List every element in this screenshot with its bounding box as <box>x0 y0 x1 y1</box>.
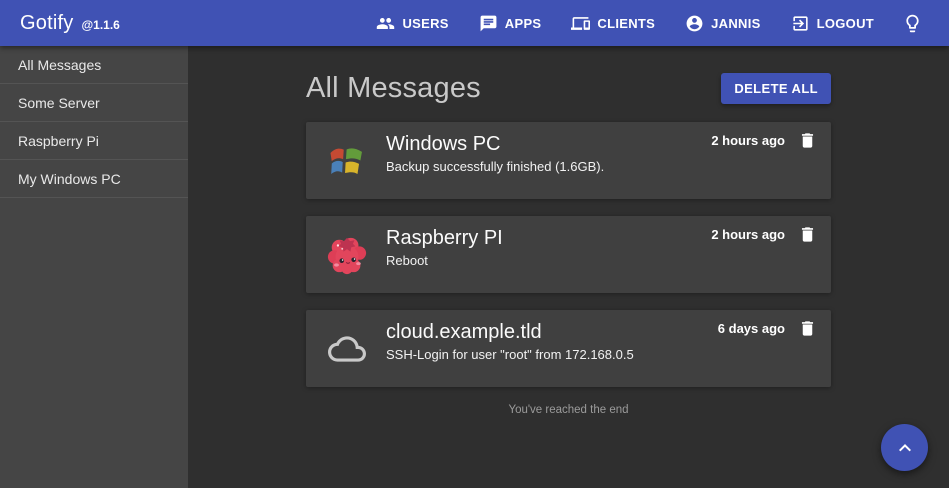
message-body: cloud.example.tld SSH-Login for user "ro… <box>386 310 634 363</box>
sidebar-item-some-server[interactable]: Some Server <box>0 84 188 122</box>
message-text: Reboot <box>386 253 503 269</box>
nav-apps-label: APPS <box>505 16 542 31</box>
app-bar: Gotify @1.1.6 USERS APPS CLIENTS <box>0 0 949 46</box>
nav-logout[interactable]: LOGOUT <box>791 14 874 33</box>
message-card: cloud.example.tld SSH-Login for user "ro… <box>306 310 831 387</box>
main-content: All Messages DELETE ALL <box>188 46 949 488</box>
message-timestamp: 2 hours ago <box>711 133 785 148</box>
trash-icon <box>798 131 817 150</box>
delete-message-button[interactable] <box>798 131 817 150</box>
devices-icon <box>571 14 590 33</box>
trash-icon <box>798 225 817 244</box>
raspberry-logo <box>326 234 368 276</box>
chat-icon <box>479 14 498 33</box>
sidebar-item-raspberry-pi[interactable]: Raspberry Pi <box>0 122 188 160</box>
windows-logo <box>326 140 368 182</box>
delete-message-button[interactable] <box>798 225 817 244</box>
page-title: All Messages <box>306 72 481 105</box>
delete-all-button[interactable]: DELETE ALL <box>721 73 831 104</box>
app-version: @1.1.6 <box>81 18 119 32</box>
header-nav: USERS APPS CLIENTS JANNIS <box>346 13 923 34</box>
nav-apps[interactable]: APPS <box>479 14 542 33</box>
message-body: Windows PC Backup successfully finished … <box>386 122 604 175</box>
message-meta: 6 days ago <box>718 319 817 338</box>
message-body: Raspberry PI Reboot <box>386 216 503 269</box>
users-icon <box>376 14 395 33</box>
message-title: Raspberry PI <box>386 224 503 253</box>
nav-clients-label: CLIENTS <box>597 16 655 31</box>
message-list: Windows PC Backup successfully finished … <box>306 122 831 387</box>
nav-user-label: JANNIS <box>711 16 760 31</box>
sidebar: All Messages Some Server Raspberry Pi My… <box>0 46 188 488</box>
message-text: Backup successfully finished (1.6GB). <box>386 159 604 175</box>
chevron-up-icon <box>893 436 917 460</box>
nav-users-label: USERS <box>402 16 448 31</box>
message-timestamp: 2 hours ago <box>711 227 785 242</box>
sidebar-item-my-windows-pc[interactable]: My Windows PC <box>0 160 188 198</box>
message-text: SSH-Login for user "root" from 172.168.0… <box>386 347 634 363</box>
message-timestamp: 6 days ago <box>718 321 785 336</box>
logout-icon <box>791 14 810 33</box>
message-card: Raspberry PI Reboot 2 hours ago <box>306 216 831 293</box>
brand: Gotify @1.1.6 <box>20 12 120 35</box>
message-card: Windows PC Backup successfully finished … <box>306 122 831 199</box>
message-title: cloud.example.tld <box>386 318 634 347</box>
message-meta: 2 hours ago <box>711 225 817 244</box>
lightbulb-icon <box>902 13 923 34</box>
sidebar-item-all-messages[interactable]: All Messages <box>0 46 188 84</box>
cloud-icon <box>326 328 368 370</box>
title-row: All Messages DELETE ALL <box>306 68 831 108</box>
nav-user-jannis[interactable]: JANNIS <box>685 14 760 33</box>
account-circle-icon <box>685 14 704 33</box>
end-of-list-text: You've reached the end <box>306 404 831 416</box>
nav-logout-label: LOGOUT <box>817 16 874 31</box>
delete-message-button[interactable] <box>798 319 817 338</box>
gotify-app: Gotify @1.1.6 USERS APPS CLIENTS <box>0 0 949 488</box>
scroll-to-top-button[interactable] <box>881 424 928 471</box>
message-meta: 2 hours ago <box>711 131 817 150</box>
nav-clients[interactable]: CLIENTS <box>571 14 655 33</box>
theme-toggle-button[interactable] <box>902 13 923 34</box>
trash-icon <box>798 319 817 338</box>
app-title: Gotify <box>20 12 73 35</box>
message-title: Windows PC <box>386 130 604 159</box>
nav-users[interactable]: USERS <box>376 14 448 33</box>
